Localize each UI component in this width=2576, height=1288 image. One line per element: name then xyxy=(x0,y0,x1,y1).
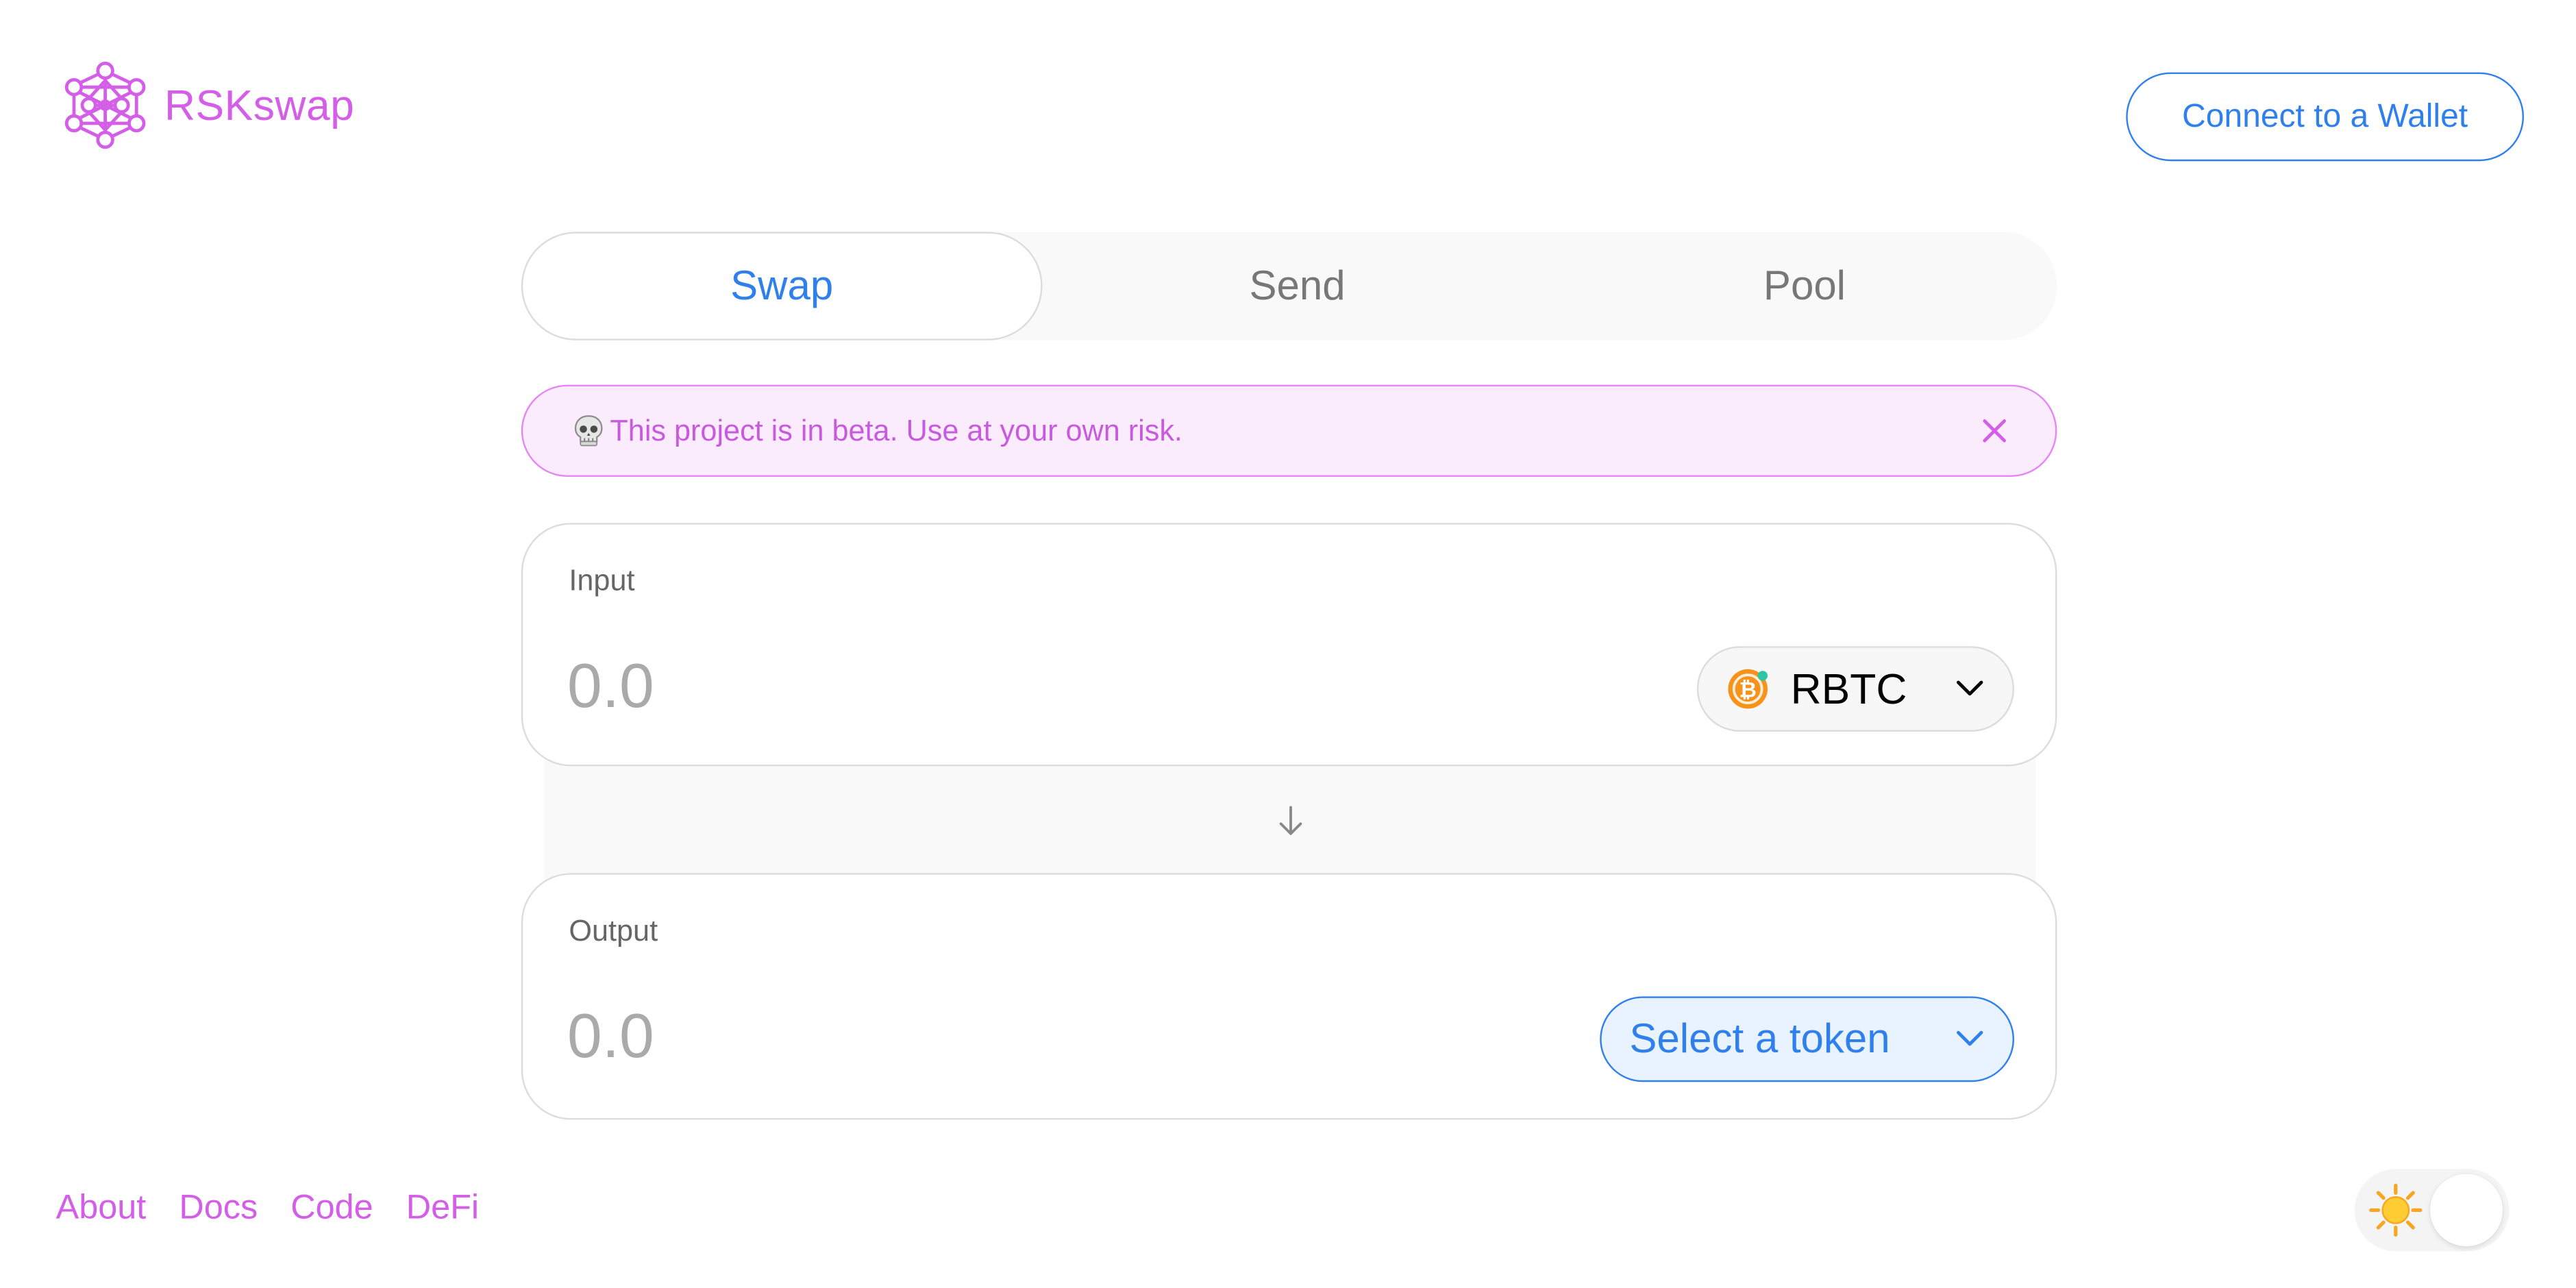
beta-warning-text: This project is in beta. Use at your own… xyxy=(610,413,1182,447)
toggle-knob xyxy=(2430,1174,2503,1247)
logo-link[interactable]: RSKswap xyxy=(62,61,354,150)
tab-pool[interactable]: Pool xyxy=(1552,232,2057,340)
rbtc-icon: ₿ xyxy=(1728,669,1768,709)
footer-link-code[interactable]: Code xyxy=(290,1189,373,1228)
tab-send[interactable]: Send xyxy=(1043,232,1552,340)
footer-link-about[interactable]: About xyxy=(56,1189,147,1228)
skull-icon xyxy=(574,415,603,447)
beta-warning-banner: This project is in beta. Use at your own… xyxy=(521,384,2057,477)
footer-link-docs[interactable]: Docs xyxy=(179,1189,258,1228)
input-panel: Input 0.0 ₿ RBTC xyxy=(521,523,2057,767)
input-token-label: RBTC xyxy=(1790,663,1907,713)
select-token-button[interactable]: Select a token xyxy=(1600,996,2014,1082)
sun-icon xyxy=(2369,1183,2423,1237)
output-amount-field[interactable]: 0.0 xyxy=(567,1003,654,1074)
svg-text:₿: ₿ xyxy=(1739,678,1756,703)
chevron-down-icon xyxy=(1957,680,1983,696)
input-token-selector[interactable]: ₿ RBTC xyxy=(1696,646,2014,732)
arrow-down-icon[interactable] xyxy=(1274,801,1307,841)
input-amount-field[interactable]: 0.0 xyxy=(567,653,654,723)
app-name: RSKswap xyxy=(164,79,355,129)
input-label: Input xyxy=(569,564,635,597)
chevron-down-icon xyxy=(1957,1030,1983,1046)
output-panel: Output 0.0 Select a token xyxy=(521,873,2057,1120)
close-icon[interactable] xyxy=(1978,414,2011,447)
page: RSKswap Connect to a Wallet Swap Send Po… xyxy=(0,0,2576,1287)
footer-link-defi[interactable]: DeFi xyxy=(406,1189,479,1228)
rskswap-logo-icon xyxy=(64,62,146,149)
theme-toggle[interactable] xyxy=(2354,1169,2510,1252)
tab-swap[interactable]: Swap xyxy=(521,232,1043,340)
select-token-label: Select a token xyxy=(1629,1015,1890,1062)
footer-links: About Docs Code DeFi xyxy=(56,1189,480,1228)
connect-wallet-button[interactable]: Connect to a Wallet xyxy=(2126,72,2525,162)
nav-tabs: Swap Send Pool xyxy=(521,232,2057,340)
output-label: Output xyxy=(569,914,658,948)
